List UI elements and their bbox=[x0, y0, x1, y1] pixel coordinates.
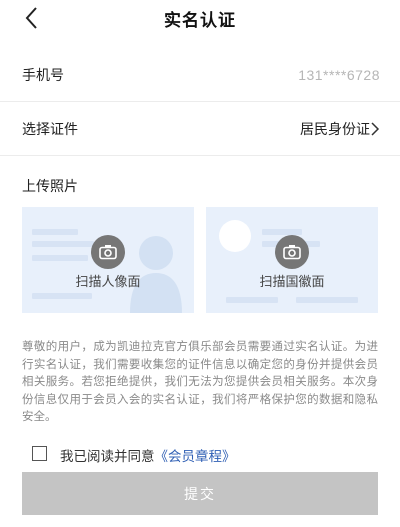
agreement-prefix: 我已阅读并同意 bbox=[60, 449, 155, 465]
person-silhouette-icon bbox=[130, 236, 182, 313]
placeholder-line bbox=[32, 293, 92, 299]
placeholder-line bbox=[32, 255, 88, 261]
emblem-icon bbox=[219, 220, 251, 252]
id-type-row[interactable]: 选择证件 居民身份证 bbox=[0, 102, 400, 156]
phone-value: 131****6728 bbox=[298, 66, 380, 83]
submit-button[interactable]: 提交 bbox=[22, 472, 378, 515]
camera-icon bbox=[91, 235, 125, 269]
scan-portrait-card[interactable]: 扫描人像面 bbox=[22, 207, 194, 313]
header: 实名认证 bbox=[0, 0, 400, 40]
id-type-label: 选择证件 bbox=[22, 121, 78, 138]
scan-portrait-label: 扫描人像面 bbox=[75, 275, 141, 290]
upload-label: 上传照片 bbox=[22, 179, 78, 195]
id-type-value: 居民身份证 bbox=[300, 121, 370, 138]
phone-row: 手机号 131****6728 bbox=[0, 48, 400, 102]
placeholder-line bbox=[262, 229, 302, 235]
privacy-description: 尊敬的用户，成为凯迪拉克官方俱乐部会员需要通过实名认证。为进行实名认证，我们需要… bbox=[22, 339, 378, 423]
placeholder-line bbox=[32, 229, 78, 235]
membership-rules-link[interactable]: 《会员章程》 bbox=[155, 449, 236, 465]
chevron-right-icon bbox=[371, 121, 380, 136]
phone-label: 手机号 bbox=[22, 67, 64, 84]
placeholder-line bbox=[226, 297, 278, 303]
placeholder-line bbox=[32, 241, 94, 247]
scan-emblem-label: 扫描国徽面 bbox=[259, 275, 325, 290]
agreement-text: 我已阅读并同意《会员章程》 bbox=[60, 445, 236, 465]
placeholder-line bbox=[296, 297, 358, 303]
agree-checkbox[interactable] bbox=[32, 446, 47, 461]
page-title: 实名认证 bbox=[164, 11, 236, 31]
scan-emblem-card[interactable]: 扫描国徽面 bbox=[206, 207, 378, 313]
camera-icon bbox=[275, 235, 309, 269]
